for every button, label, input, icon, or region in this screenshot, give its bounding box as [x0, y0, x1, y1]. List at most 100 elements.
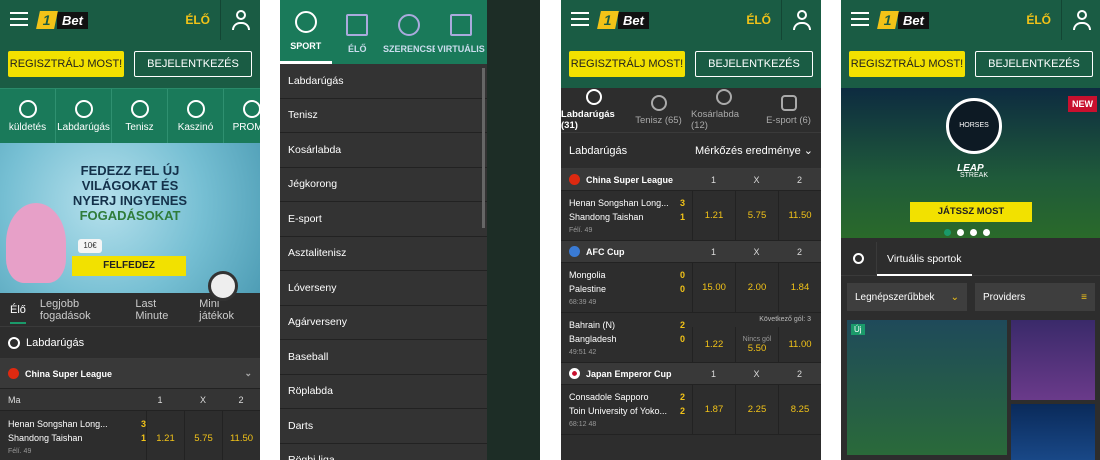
tab-tennis[interactable]: Tenisz (65): [626, 88, 691, 132]
menu-item[interactable]: Agárverseny: [280, 306, 487, 340]
carousel-dot[interactable]: [944, 229, 951, 236]
league-header[interactable]: AFC Cup 1 X 2: [561, 241, 821, 263]
match-meta: 68:39 49: [569, 299, 597, 306]
market-dropdown[interactable]: Mérkőzés eredménye ⌄: [695, 144, 813, 157]
nav-virtual[interactable]: VIRTUÁLIS: [435, 0, 487, 64]
match-row[interactable]: Consadole Sapporo Toin University of Yoko…: [561, 385, 821, 435]
odd-2[interactable]: 11.50: [778, 191, 821, 240]
carousel-dot[interactable]: [970, 229, 977, 236]
odd-1[interactable]: 1.21: [692, 191, 735, 240]
menu-icon[interactable]: [10, 12, 28, 27]
menu-icon[interactable]: [571, 12, 589, 27]
tab-best-bets[interactable]: Legjobb fogadások: [40, 298, 121, 322]
league-header[interactable]: China Super League ⌄: [0, 359, 260, 389]
carousel-dots[interactable]: [944, 229, 990, 236]
user-icon[interactable]: [781, 0, 821, 40]
market-header: Labdarúgás Mérkőzés eredménye ⌄: [561, 133, 821, 169]
menu-item[interactable]: Darts: [280, 409, 487, 444]
nav-sport[interactable]: SPORT: [280, 0, 332, 64]
odd-x[interactable]: 5.75: [184, 411, 222, 460]
menu-item[interactable]: Labdarúgás: [280, 64, 487, 99]
odd-x[interactable]: 2.00: [735, 263, 778, 312]
odd-x[interactable]: 2.25: [735, 385, 778, 434]
match-row[interactable]: Bahrain (N) Bangladesh 49:51 42 20 Követke…: [561, 313, 821, 363]
menu-item[interactable]: Asztalitenisz: [280, 237, 487, 271]
logo[interactable]: 1 Bet: [877, 11, 929, 29]
menu-item[interactable]: Röplabda: [280, 375, 487, 409]
cat-promo[interactable]: PROMÓ: [224, 89, 260, 143]
logo[interactable]: 1 Bet: [36, 11, 88, 29]
play-now-button[interactable]: JÁTSSZ MOST: [910, 202, 1032, 222]
odd-1[interactable]: 1.22: [692, 327, 735, 362]
scrollbar[interactable]: [482, 68, 485, 228]
odd-1[interactable]: 1.21: [146, 411, 184, 460]
register-button[interactable]: REGISZTRÁLJ MOST!: [8, 51, 124, 77]
football-icon: [8, 336, 20, 349]
banner-line: VILÁGOKAT ÉS: [81, 178, 179, 193]
tab-mini-games[interactable]: Mini játékok: [199, 298, 250, 322]
dimmed-background[interactable]: [487, 0, 540, 460]
nav-label: SZERENCSE: [383, 44, 435, 54]
nav-live[interactable]: ÉLŐ: [332, 0, 384, 64]
menu-item[interactable]: Jégkorong: [280, 168, 487, 202]
odd-1[interactable]: 1.87: [692, 385, 735, 434]
match-row[interactable]: Henan Songshan Long... Shandong Taishan Fé…: [561, 191, 821, 241]
menu-item[interactable]: Tenisz: [280, 99, 487, 133]
register-button[interactable]: REGISZTRÁLJ MOST!: [849, 51, 965, 77]
match-row[interactable]: Henan Songshan Long... Shandong Taishan Fé…: [0, 411, 260, 460]
game-tile-football[interactable]: [1011, 404, 1095, 460]
chevron-down-icon[interactable]: ⌄: [244, 368, 252, 379]
discover-button[interactable]: FELFEDEZ: [72, 256, 186, 276]
live-link[interactable]: ÉLŐ: [185, 13, 210, 27]
league-name: China Super League: [25, 368, 113, 379]
odd-2[interactable]: 11.00: [778, 327, 821, 362]
odd-2[interactable]: 1.84: [778, 263, 821, 312]
nav-luck[interactable]: SZERENCSE: [383, 0, 435, 64]
carousel-dot[interactable]: [983, 229, 990, 236]
login-button[interactable]: BEJELENTKEZÉS: [695, 51, 813, 77]
register-button[interactable]: REGISZTRÁLJ MOST!: [569, 51, 685, 77]
user-icon[interactable]: [220, 0, 260, 40]
score-away: 1: [680, 212, 686, 222]
tab-last-minute[interactable]: Last Minute: [135, 298, 185, 322]
carousel-dot[interactable]: [957, 229, 964, 236]
login-button[interactable]: BEJELENTKEZÉS: [975, 51, 1093, 77]
tab-esport[interactable]: E-sport (6): [756, 88, 821, 132]
menu-item[interactable]: Rögbi liga: [280, 444, 487, 460]
user-icon[interactable]: [1061, 0, 1100, 40]
menu-item[interactable]: Kosárlabda: [280, 133, 487, 168]
logo[interactable]: 1 Bet: [597, 11, 649, 29]
promo-banner: FEDEZZ FEL ÚJ VILÁGOKAT ÉS NYERJ INGYENES F…: [0, 143, 260, 301]
cat-football[interactable]: Labdarúgás: [56, 89, 112, 143]
live-link[interactable]: ÉLŐ: [1026, 13, 1051, 27]
tab-football[interactable]: Labdarúgás (31): [561, 88, 626, 132]
login-button[interactable]: BEJELENTKEZÉS: [134, 51, 252, 77]
odd-x[interactable]: Nincs gól 5.50: [735, 327, 778, 362]
odd-2[interactable]: 11.50: [222, 411, 260, 460]
match-row[interactable]: Mongolia Palestine 68:39 49 00 15.00 2.00 …: [561, 263, 821, 313]
odd-x[interactable]: 5.75: [735, 191, 778, 240]
tab-virtual-sports[interactable]: Virtuális sportok: [877, 242, 972, 276]
menu-icon[interactable]: [851, 12, 869, 27]
search-icon[interactable]: [841, 241, 877, 276]
tab-live[interactable]: Élő: [10, 304, 26, 324]
odd-2[interactable]: 8.25: [778, 385, 821, 434]
league-header[interactable]: Japan Emperor Cup 1 X 2: [561, 363, 821, 385]
league-header[interactable]: China Super League 1 X 2: [561, 169, 821, 191]
rocket-icon: [18, 99, 37, 118]
cat-mission[interactable]: küldetés: [0, 89, 56, 143]
cat-tennis[interactable]: Tenisz: [112, 89, 168, 143]
cat-casino[interactable]: Kaszinó: [168, 89, 224, 143]
popular-dropdown[interactable]: Legnépszerűbbek ⌄: [847, 283, 967, 311]
menu-item[interactable]: E-sport: [280, 202, 487, 237]
game-tile-horses[interactable]: Új: [847, 320, 1007, 455]
live-link[interactable]: ÉLŐ: [746, 13, 771, 27]
menu-item[interactable]: Baseball: [280, 340, 487, 375]
odd-1[interactable]: 15.00: [692, 263, 735, 312]
game-tile-euroleague[interactable]: [1011, 320, 1095, 400]
odds-group: Következő gól: 3 1.22 Nincs gól 5.50 11.0…: [692, 313, 821, 362]
football-icon: [294, 11, 317, 33]
menu-item[interactable]: Lóverseny: [280, 271, 487, 306]
tab-basketball[interactable]: Kosárlabda (12): [691, 88, 756, 132]
providers-filter[interactable]: Providers ≡: [975, 283, 1095, 311]
